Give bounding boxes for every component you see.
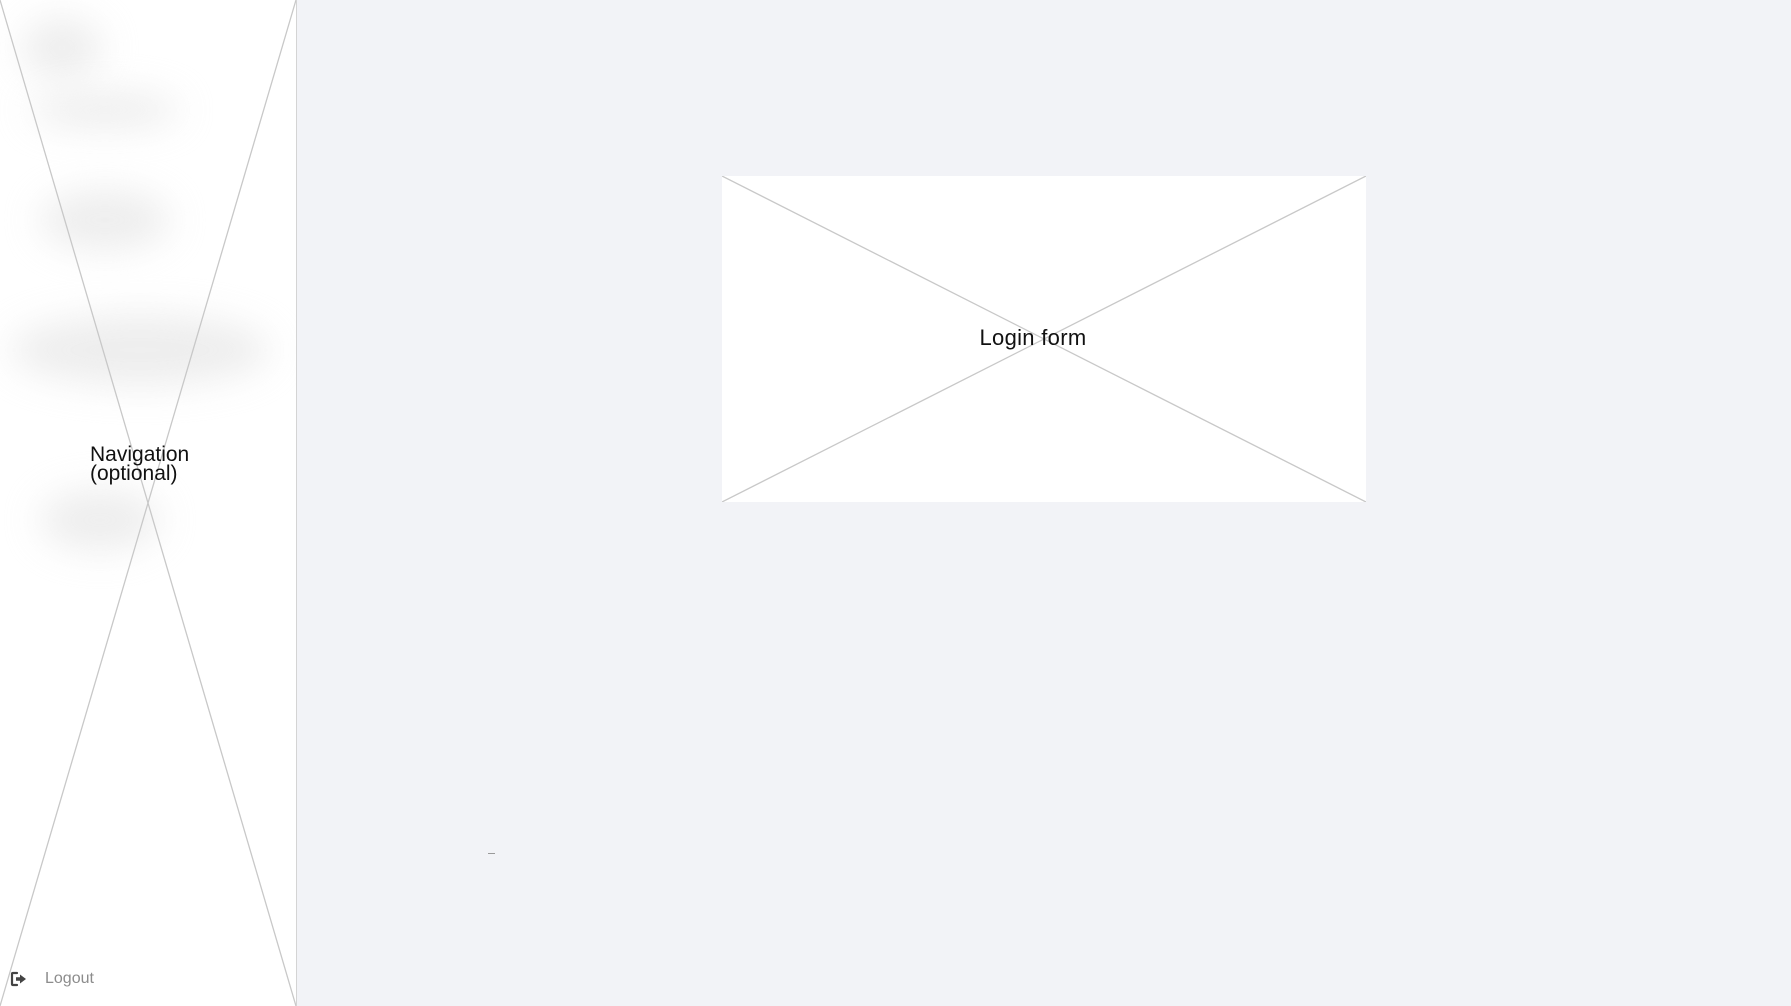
logout-icon (10, 971, 26, 987)
sidebar-navigation-placeholder: Navigation (optional) Logout (0, 0, 297, 1006)
app-window: Navigation (optional) Logout Login form (0, 0, 1791, 1006)
logout-label: Logout (45, 970, 94, 987)
navigation-placeholder-label: Navigation (optional) (90, 443, 190, 485)
blurred-nav-item (40, 190, 170, 250)
blurred-nav-item (10, 315, 270, 385)
main-content: Login form (298, 0, 1791, 1006)
blurred-logo (22, 18, 102, 78)
login-form-placeholder-label: Login form (979, 325, 1087, 350)
blurred-nav-item (40, 490, 160, 550)
blurred-nav-item (30, 92, 180, 128)
logout-button[interactable]: Logout (10, 968, 94, 990)
login-form-placeholder: Login form (722, 176, 1366, 502)
divider-mark (488, 853, 495, 854)
